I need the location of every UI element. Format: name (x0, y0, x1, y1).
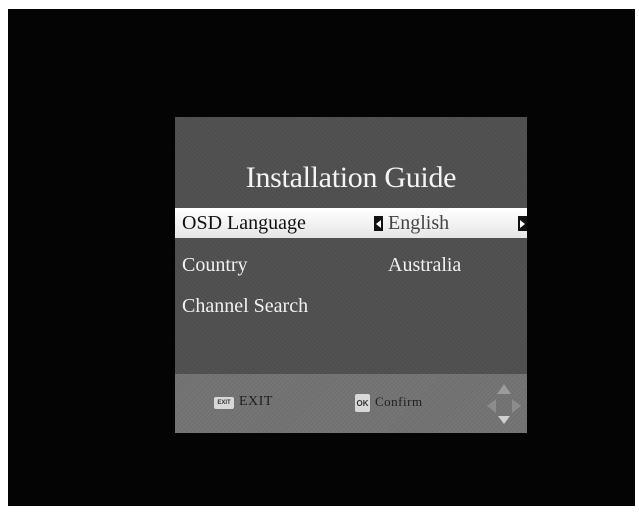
nav-down-icon (498, 416, 510, 424)
confirm-hint: Confirm (375, 394, 423, 409)
menu-row-osd-language[interactable]: OSD Language English (175, 208, 527, 238)
exit-hint: EXIT (239, 394, 273, 409)
dialog-title: Installation Guide (245, 161, 457, 194)
navigation-pad-icon (487, 376, 521, 432)
left-arrow-icon[interactable] (374, 216, 383, 231)
nav-right-icon (512, 399, 521, 413)
tv-screen: Installation Guide OSD Language English … (8, 9, 635, 506)
nav-up-icon (497, 384, 511, 394)
right-arrow-icon[interactable] (518, 216, 527, 231)
osd-language-label: OSD Language (182, 212, 306, 234)
country-value: Australia (388, 254, 462, 276)
nav-left-icon (487, 399, 496, 413)
exit-key-icon: EXIT (214, 397, 234, 409)
dialog-footer: EXIT EXIT OK Confirm (175, 374, 527, 433)
ok-key-icon: OK (355, 394, 370, 412)
menu-row-channel-search[interactable]: Channel Search (175, 291, 527, 321)
menu-row-country[interactable]: Country Australia (175, 250, 527, 280)
channel-search-label: Channel Search (182, 295, 309, 317)
installation-guide-dialog: Installation Guide OSD Language English … (175, 117, 527, 433)
osd-language-value: English (388, 212, 450, 234)
country-label: Country (182, 254, 248, 276)
